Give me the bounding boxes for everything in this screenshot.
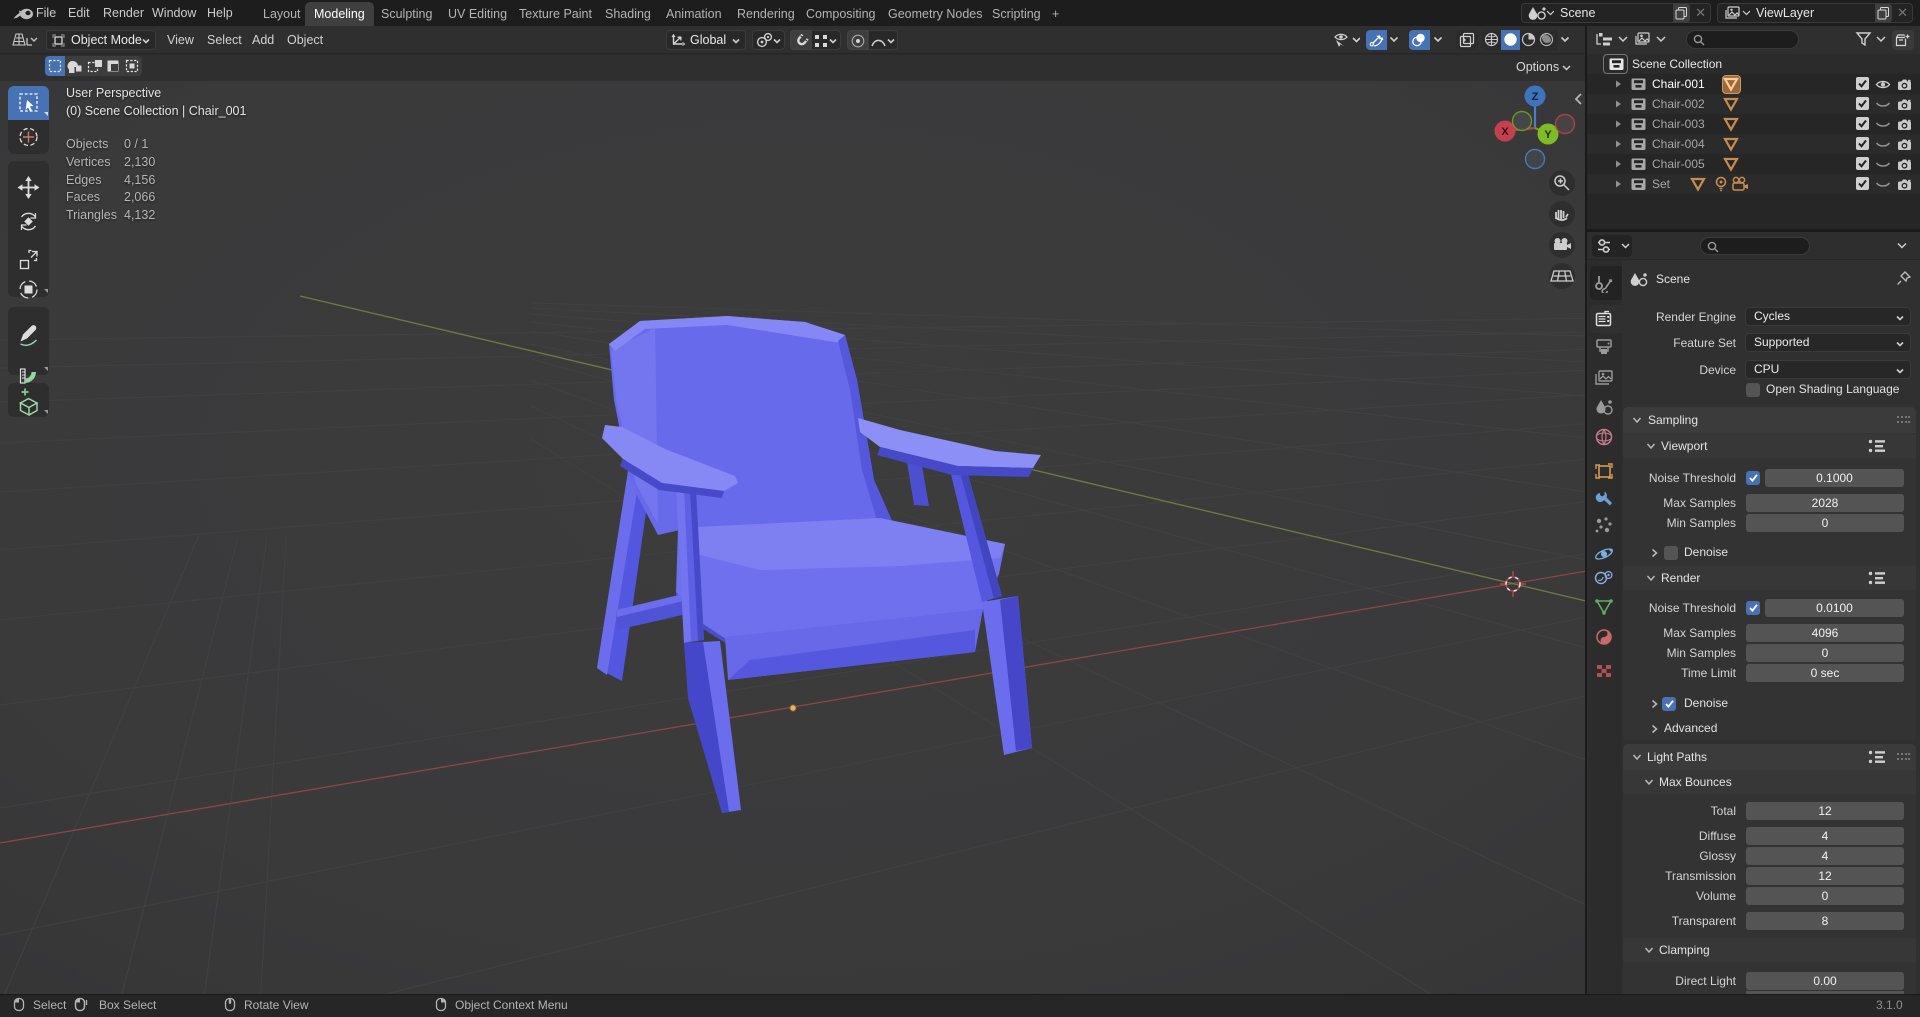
svg-text:X: X (1501, 126, 1509, 138)
svg-text:Y: Y (1544, 129, 1552, 141)
svg-text:Z: Z (1532, 91, 1539, 103)
